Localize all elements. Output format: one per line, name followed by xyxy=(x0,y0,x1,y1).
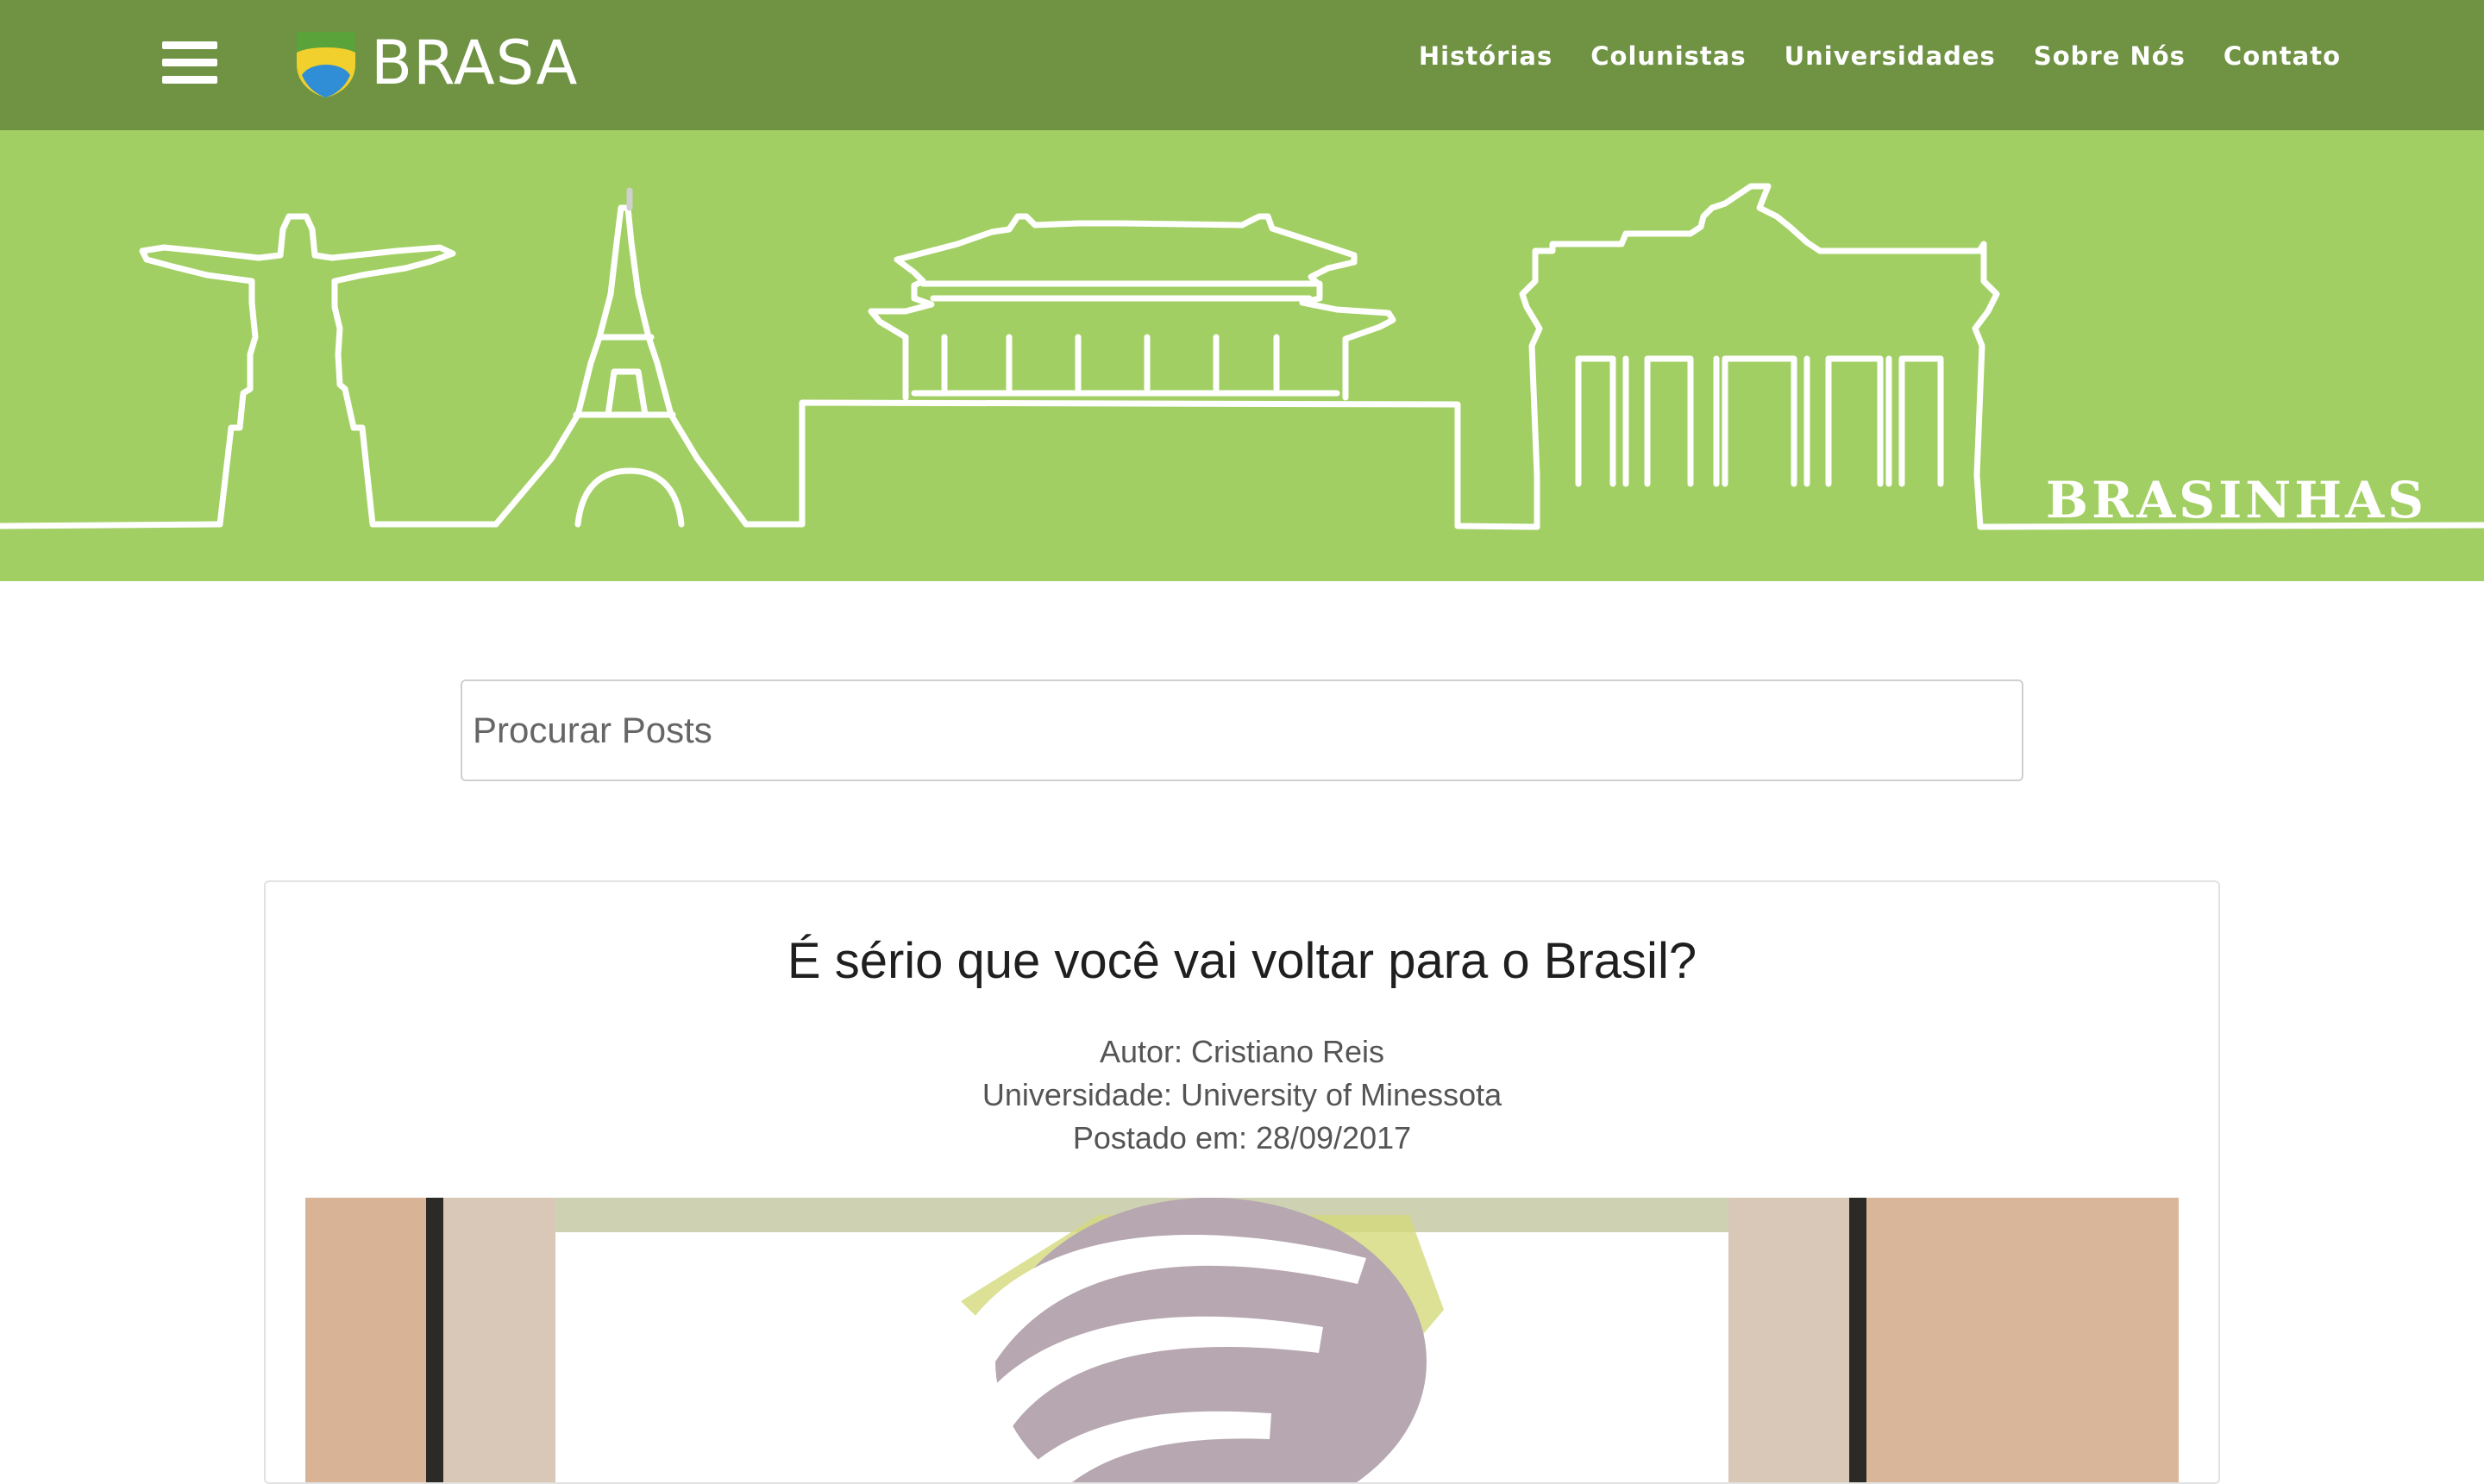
post-author: Autor: Cristiano Reis xyxy=(1099,1034,1385,1069)
brand-link[interactable]: BRASA xyxy=(292,24,578,102)
hero-label: BRASINHAS xyxy=(2046,471,2427,529)
nav-historias[interactable]: Histórias xyxy=(1419,41,1552,71)
post-title[interactable]: É sério que você vai voltar para o Brasi… xyxy=(266,932,2218,990)
nav-universidades[interactable]: Universidades xyxy=(1785,41,1996,71)
post-image[interactable] xyxy=(305,1198,2179,1482)
post-university: Universidade: University of Minessota xyxy=(982,1077,1502,1112)
search-box xyxy=(461,679,2023,781)
menu-icon[interactable] xyxy=(162,41,217,85)
brand-name: BRASA xyxy=(371,28,579,98)
nav-colunistas[interactable]: Colunistas xyxy=(1590,41,1746,71)
search-input[interactable] xyxy=(462,681,2022,780)
brasa-logo-icon xyxy=(297,32,355,97)
main-nav: Histórias Colunistas Universidades Sobre… xyxy=(1419,41,2341,71)
hero-banner: BRASINHAS xyxy=(0,130,2484,581)
post-meta: Autor: Cristiano Reis Universidade: Univ… xyxy=(266,1030,2218,1160)
post-date: Postado em: 28/09/2017 xyxy=(1072,1120,1412,1155)
top-navbar: BRASA Histórias Colunistas Universidades… xyxy=(0,0,2484,130)
nav-contato[interactable]: Contato xyxy=(2224,41,2341,71)
post-card[interactable]: É sério que você vai voltar para o Brasi… xyxy=(264,880,2220,1484)
nav-sobre-nos[interactable]: Sobre Nós xyxy=(2034,41,2186,71)
post-photo xyxy=(305,1198,2179,1482)
